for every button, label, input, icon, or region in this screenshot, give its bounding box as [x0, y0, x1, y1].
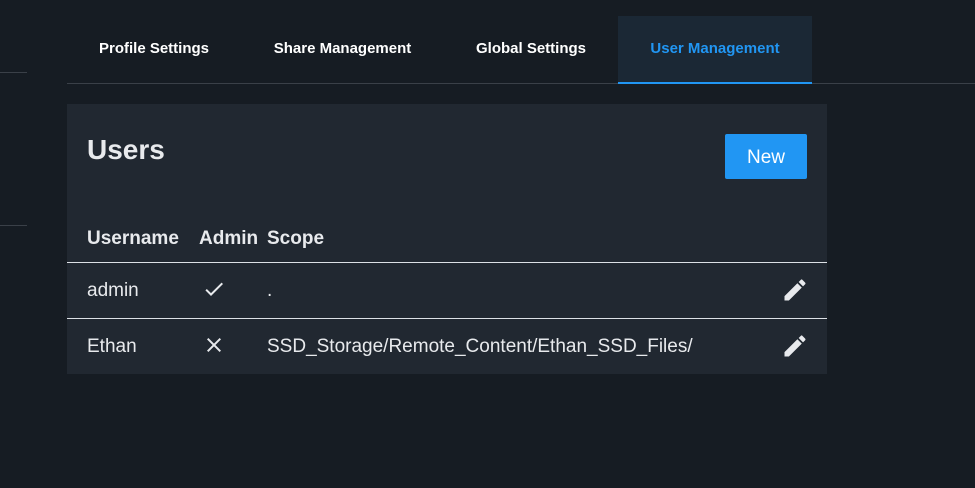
table-row: admin . — [67, 262, 827, 318]
check-icon — [205, 282, 223, 296]
edit-user-button[interactable] — [781, 276, 809, 304]
scope-cell: SSD_Storage/Remote_Content/Ethan_SSD_Fil… — [267, 336, 693, 357]
column-header-admin: Admin — [199, 228, 259, 249]
sidebar-divider-bottom — [0, 225, 27, 226]
tab-share-management[interactable]: Share Management — [241, 16, 444, 82]
column-header-scope: Scope — [267, 228, 325, 249]
edit-user-button[interactable] — [781, 332, 809, 360]
column-header-username: Username — [87, 228, 179, 249]
tab-global-settings[interactable]: Global Settings — [444, 16, 618, 82]
scope-cell: . — [267, 280, 273, 301]
sidebar-divider-top — [0, 72, 27, 73]
new-user-button[interactable]: New — [725, 134, 807, 179]
table-row: Ethan SSD_Storage/Remote_Content/Ethan_S… — [67, 318, 827, 374]
username-cell: Ethan — [87, 336, 137, 357]
pencil-icon — [784, 335, 806, 357]
tab-user-management[interactable]: User Management — [618, 16, 812, 84]
tab-profile-settings[interactable]: Profile Settings — [67, 16, 241, 82]
pencil-icon — [784, 279, 806, 301]
username-cell: admin — [87, 280, 139, 301]
settings-tabs: Profile Settings Share Management Global… — [67, 16, 975, 84]
users-card: Users New Username Admin Scope admin . E… — [67, 104, 827, 374]
close-icon — [207, 338, 221, 352]
page-title: Users — [87, 134, 165, 165]
